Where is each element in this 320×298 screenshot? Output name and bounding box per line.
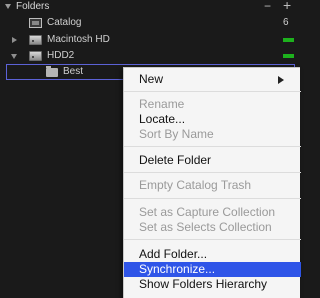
- menu-item-synchronize[interactable]: Synchronize...: [124, 262, 301, 277]
- hard-drive-icon: [29, 35, 42, 45]
- menu-item-locate[interactable]: Locate...: [124, 112, 301, 127]
- tree-item-label: HDD2: [47, 50, 75, 61]
- menu-item-delete-folder[interactable]: Delete Folder: [124, 153, 301, 168]
- expand-triangle-icon[interactable]: [12, 37, 17, 43]
- remove-folder-button[interactable]: −: [264, 0, 271, 13]
- tree-item-macintosh-hd[interactable]: Macintosh HD: [0, 32, 300, 48]
- tree-item-label: Catalog: [47, 17, 82, 28]
- hard-drive-icon: [29, 51, 42, 61]
- collapse-triangle-icon[interactable]: [5, 4, 11, 9]
- menu-item-label: New: [139, 72, 164, 86]
- menu-separator: [124, 239, 301, 240]
- tree-item-label: Best: [63, 66, 84, 77]
- menu-separator: [124, 146, 301, 147]
- menu-item-label: Add Folder...: [139, 247, 208, 261]
- menu-item-label: Set as Selects Collection: [139, 220, 272, 234]
- menu-item-label: Show Folders Hierarchy: [139, 277, 268, 291]
- folder-icon: [46, 66, 58, 77]
- menu-item-rename[interactable]: Rename: [124, 97, 301, 112]
- menu-item-label: Empty Catalog Trash: [139, 178, 252, 192]
- item-count: 6: [283, 17, 289, 28]
- menu-item-new[interactable]: New: [124, 72, 301, 87]
- menu-item-set-selects-collection[interactable]: Set as Selects Collection: [124, 220, 301, 235]
- folders-header: Folders − +: [0, 0, 300, 14]
- menu-item-label: Set as Capture Collection: [139, 205, 276, 219]
- folders-title: Folders: [16, 1, 50, 12]
- context-menu: New Rename Locate... Sort By Name Delete…: [123, 67, 301, 298]
- catalog-icon: [29, 18, 42, 28]
- tree-item-label: Macintosh HD: [47, 34, 110, 45]
- menu-separator: [124, 198, 301, 199]
- tree-item-hdd2[interactable]: HDD2: [0, 48, 300, 64]
- menu-item-show-folders-hierarchy[interactable]: Show Folders Hierarchy: [124, 277, 301, 292]
- menu-item-set-capture-collection[interactable]: Set as Capture Collection: [124, 205, 301, 220]
- menu-item-empty-catalog-trash[interactable]: Empty Catalog Trash: [124, 178, 301, 193]
- menu-item-label: Delete Folder: [139, 153, 212, 167]
- menu-separator: [124, 91, 301, 92]
- menu-item-sort-by-name[interactable]: Sort By Name: [124, 127, 301, 142]
- disk-space-indicator: [283, 54, 294, 58]
- submenu-arrow-icon: [278, 76, 284, 84]
- menu-separator: [124, 172, 301, 173]
- menu-item-label: Sort By Name: [139, 127, 214, 141]
- menu-item-label: Synchronize...: [139, 262, 216, 276]
- menu-item-label: Rename: [139, 97, 185, 111]
- disk-space-indicator: [283, 38, 294, 42]
- add-folder-button[interactable]: +: [283, 0, 291, 13]
- tree-item-catalog[interactable]: Catalog 6: [0, 15, 300, 31]
- menu-item-add-folder[interactable]: Add Folder...: [124, 247, 301, 262]
- collapse-triangle-icon[interactable]: [11, 54, 17, 59]
- menu-item-label: Locate...: [139, 112, 186, 126]
